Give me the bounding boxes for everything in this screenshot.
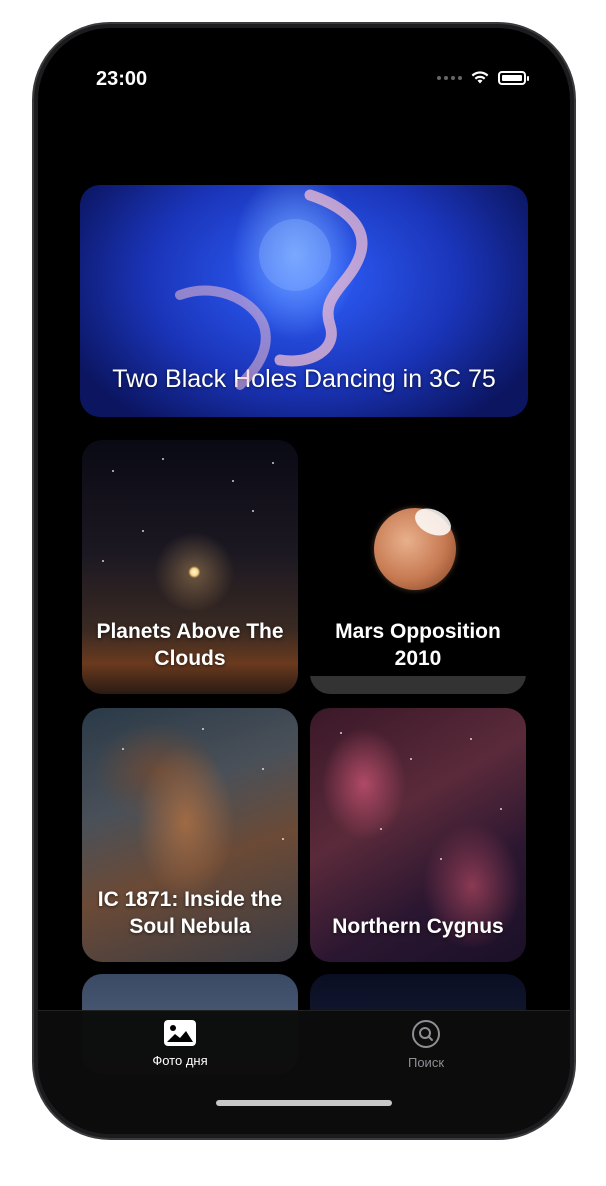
nebula-jet-image <box>175 189 368 390</box>
tab-bar: Фото дня Поиск <box>38 1010 570 1134</box>
status-time: 23:00 <box>96 68 148 90</box>
status-icons <box>437 70 529 85</box>
tab-label: Фото дня <box>152 1053 208 1068</box>
home-indicator[interactable] <box>216 1100 392 1106</box>
search-icon <box>412 1020 440 1048</box>
tab-label: Поиск <box>407 1055 445 1070</box>
card-title: Mars Opposition 2010 <box>335 620 501 670</box>
apod-card-northern-cygnus[interactable]: Northern Cygnus <box>310 708 526 962</box>
card-title: IC 1871: Inside the Soul Nebula <box>97 888 283 938</box>
image-caption-strip <box>310 676 526 694</box>
apod-card-planets[interactable]: Planets Above The Clouds <box>82 440 298 694</box>
apod-card-black-holes[interactable]: Two Black Holes Dancing in 3C 75 <box>80 185 528 417</box>
wifi-icon <box>471 71 489 84</box>
apod-card-soul-nebula[interactable]: IC 1871: Inside the Soul Nebula <box>82 708 298 962</box>
tab-photo-of-day[interactable]: Фото дня <box>120 1019 240 1068</box>
app-screen: 23:00 Two Black Holes Dancing in 3C 75 P… <box>38 28 570 1134</box>
apod-card-mars[interactable]: Mars Opposition 2010 <box>310 440 526 694</box>
signal-icon <box>437 75 462 80</box>
tab-search[interactable]: Поиск <box>366 1019 486 1070</box>
photo-icon <box>164 1020 196 1046</box>
card-title: Planets Above The Clouds <box>96 620 284 670</box>
battery-icon <box>498 70 529 85</box>
card-title: Northern Cygnus <box>332 915 504 938</box>
